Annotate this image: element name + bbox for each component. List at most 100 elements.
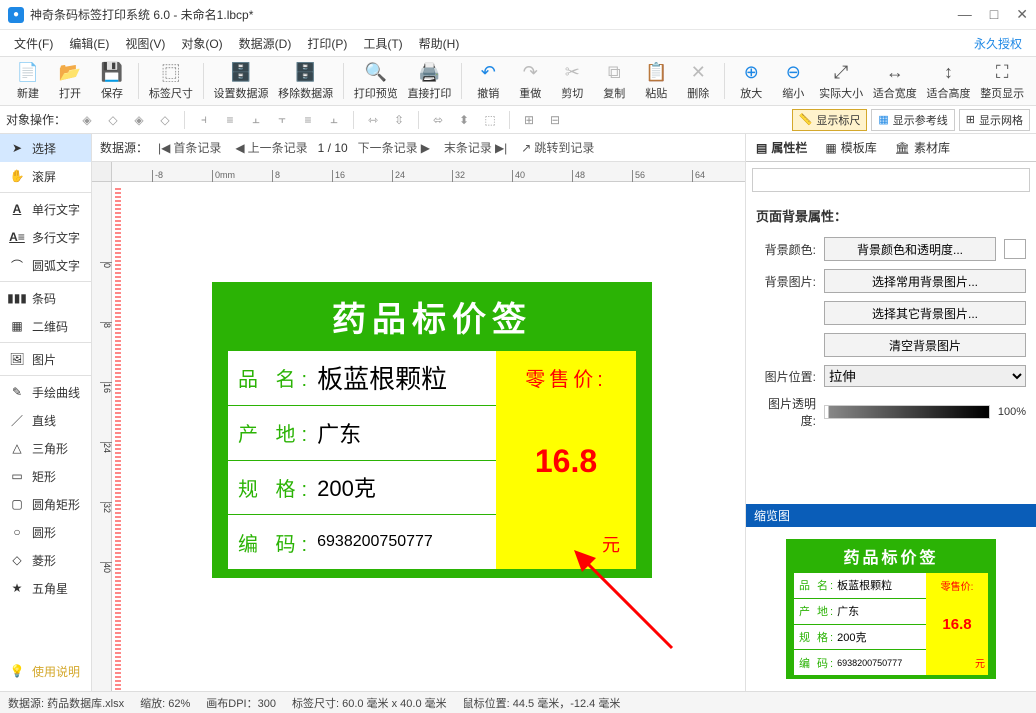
tab-templates[interactable]: ▦模板库 <box>821 136 880 159</box>
samew-icon[interactable]: ⬄ <box>427 109 449 131</box>
next-record-button[interactable]: 下一条记录▶ <box>354 137 434 158</box>
menu-edit[interactable]: 编辑(E) <box>61 32 117 55</box>
layer-down-icon[interactable]: ◇ <box>154 109 176 131</box>
dist-h-icon[interactable]: ⇿ <box>362 109 384 131</box>
tool-qrcode[interactable]: ▦二维码 <box>0 312 91 340</box>
sameh-icon[interactable]: ⬍ <box>453 109 475 131</box>
opacity-slider[interactable] <box>824 405 990 419</box>
fitwidth-button[interactable]: ↔适合宽度 <box>869 58 921 104</box>
tool-arc-text[interactable]: ⌒圆弧文字 <box>0 251 91 279</box>
menu-help[interactable]: 帮助(H) <box>411 32 468 55</box>
layer-front-icon[interactable]: ◈ <box>76 109 98 131</box>
rect-icon: ▭ <box>8 467 26 485</box>
show-grid-toggle[interactable]: ⊞显示网格 <box>959 109 1030 131</box>
tool-pan[interactable]: ✋滚屏 <box>0 162 91 190</box>
label-row-code[interactable]: 编 码: 6938200750777 <box>228 515 496 569</box>
samesize-icon[interactable]: ⬚ <box>479 109 501 131</box>
tool-single-text[interactable]: A单行文字 <box>0 195 91 223</box>
tool-star[interactable]: ★五角星 <box>0 574 91 602</box>
set-datasource-button[interactable]: 🗄️设置数据源 <box>210 58 273 104</box>
goto-record-button[interactable]: ↗跳转到记录 <box>517 137 598 158</box>
bgimg-common-button[interactable]: 选择常用背景图片... <box>824 269 1026 293</box>
align-left-icon[interactable]: ⫞ <box>193 109 215 131</box>
copy-button[interactable]: ⧉复制 <box>594 58 634 104</box>
first-icon: |◀ <box>158 141 170 155</box>
bgimg-clear-button[interactable]: 清空背景图片 <box>824 333 1026 357</box>
bgimg-other-button[interactable]: 选择其它背景图片... <box>824 301 1026 325</box>
qrcode-icon: ▦ <box>8 317 26 335</box>
tool-roundrect[interactable]: ▢圆角矩形 <box>0 490 91 518</box>
tool-triangle[interactable]: △三角形 <box>0 434 91 462</box>
barcode-icon: ▮▮▮ <box>8 289 26 307</box>
remove-datasource-button[interactable]: 🗄️移除数据源 <box>274 58 337 104</box>
guide-icon: ▦ <box>878 113 888 126</box>
maximize-button[interactable]: □ <box>990 6 998 23</box>
prev-record-button[interactable]: ◀上一条记录 <box>231 137 311 158</box>
minimize-button[interactable]: — <box>958 6 972 23</box>
fitpage-button[interactable]: ⛶整页显示 <box>976 58 1028 104</box>
redo-button[interactable]: ↷重做 <box>510 58 550 104</box>
zoomout-button[interactable]: ⊖缩小 <box>773 58 813 104</box>
menu-file[interactable]: 文件(F) <box>6 32 61 55</box>
tool-diamond[interactable]: ◇菱形 <box>0 546 91 574</box>
tool-image[interactable]: 🖼图片 <box>0 345 91 373</box>
label-key-spec: 规 格: <box>238 473 313 502</box>
tool-multi-text[interactable]: A≡多行文字 <box>0 223 91 251</box>
label-price-block[interactable]: 零售价: 16.8 元 <box>496 351 636 569</box>
preview-button[interactable]: 🔍打印预览 <box>350 58 402 104</box>
close-button[interactable]: ✕ <box>1016 6 1028 23</box>
tab-properties[interactable]: ▤属性栏 <box>752 136 811 159</box>
last-record-button[interactable]: 末条记录▶| <box>440 137 511 158</box>
status-size: 标签尺寸: 60.0 毫米 x 40.0 毫米 <box>292 695 447 711</box>
align-right-icon[interactable]: ⫠ <box>245 109 267 131</box>
fitheight-button[interactable]: ↕适合高度 <box>923 58 975 104</box>
align-bottom-icon[interactable]: ⫠ <box>323 109 345 131</box>
tool-rect[interactable]: ▭矩形 <box>0 462 91 490</box>
bgcolor-swatch[interactable] <box>1004 239 1026 259</box>
layer-back-icon[interactable]: ◇ <box>102 109 124 131</box>
tool-select[interactable]: ➤选择 <box>0 134 91 162</box>
tool-help[interactable]: 💡使用说明 <box>0 657 88 685</box>
labelsize-button[interactable]: ⿴标签尺寸 <box>145 58 197 104</box>
print-button[interactable]: 🖨️直接打印 <box>404 58 456 104</box>
label-title[interactable]: 药品标价签 <box>228 292 636 341</box>
imgpos-select[interactable]: 拉伸 <box>824 365 1026 387</box>
paste-button[interactable]: 📋粘贴 <box>636 58 676 104</box>
label-row-name[interactable]: 品 名: 板蓝根颗粒 <box>228 351 496 406</box>
dist-v-icon[interactable]: ⇳ <box>388 109 410 131</box>
new-button[interactable]: 📄新建 <box>8 58 48 104</box>
show-ruler-toggle[interactable]: 📏显示标尺 <box>792 109 868 131</box>
canvas[interactable]: 药品标价签 品 名: 板蓝根颗粒 产 地: 广东 <box>112 182 745 691</box>
ungroup-icon[interactable]: ⊟ <box>544 109 566 131</box>
label-design[interactable]: 药品标价签 品 名: 板蓝根颗粒 产 地: 广东 <box>212 282 652 578</box>
layer-up-icon[interactable]: ◈ <box>128 109 150 131</box>
menu-datasource[interactable]: 数据源(D) <box>231 32 300 55</box>
zoomin-button[interactable]: ⊕放大 <box>731 58 771 104</box>
tab-assets[interactable]: 🏛素材库 <box>891 136 954 159</box>
tool-circle[interactable]: ○圆形 <box>0 518 91 546</box>
search-input[interactable] <box>752 168 1030 192</box>
show-guides-toggle[interactable]: ▦显示参考线 <box>871 109 954 131</box>
open-button[interactable]: 📂打开 <box>50 58 90 104</box>
cut-button[interactable]: ✂剪切 <box>552 58 592 104</box>
menu-tools[interactable]: 工具(T) <box>355 32 410 55</box>
undo-button[interactable]: ↶撤销 <box>468 58 508 104</box>
align-center-icon[interactable]: ≡ <box>219 109 241 131</box>
tool-line[interactable]: ／直线 <box>0 406 91 434</box>
actualsize-button[interactable]: ⤢实际大小 <box>815 58 867 104</box>
delete-button[interactable]: ✕删除 <box>678 58 718 104</box>
bgcolor-button[interactable]: 背景颜色和透明度... <box>824 237 996 261</box>
align-middle-icon[interactable]: ≡ <box>297 109 319 131</box>
label-row-origin[interactable]: 产 地: 广东 <box>228 406 496 461</box>
label-row-spec[interactable]: 规 格: 200克 <box>228 461 496 516</box>
tool-freehand[interactable]: ✎手绘曲线 <box>0 378 91 406</box>
group-icon[interactable]: ⊞ <box>518 109 540 131</box>
first-record-button[interactable]: |◀首条记录 <box>154 137 225 158</box>
menu-view[interactable]: 视图(V) <box>117 32 173 55</box>
objbar-label: 对象操作： <box>6 111 66 128</box>
save-button[interactable]: 💾保存 <box>92 58 132 104</box>
tool-barcode[interactable]: ▮▮▮条码 <box>0 284 91 312</box>
menu-object[interactable]: 对象(O) <box>173 32 230 55</box>
menu-print[interactable]: 打印(P) <box>299 32 355 55</box>
align-top-icon[interactable]: ⫟ <box>271 109 293 131</box>
